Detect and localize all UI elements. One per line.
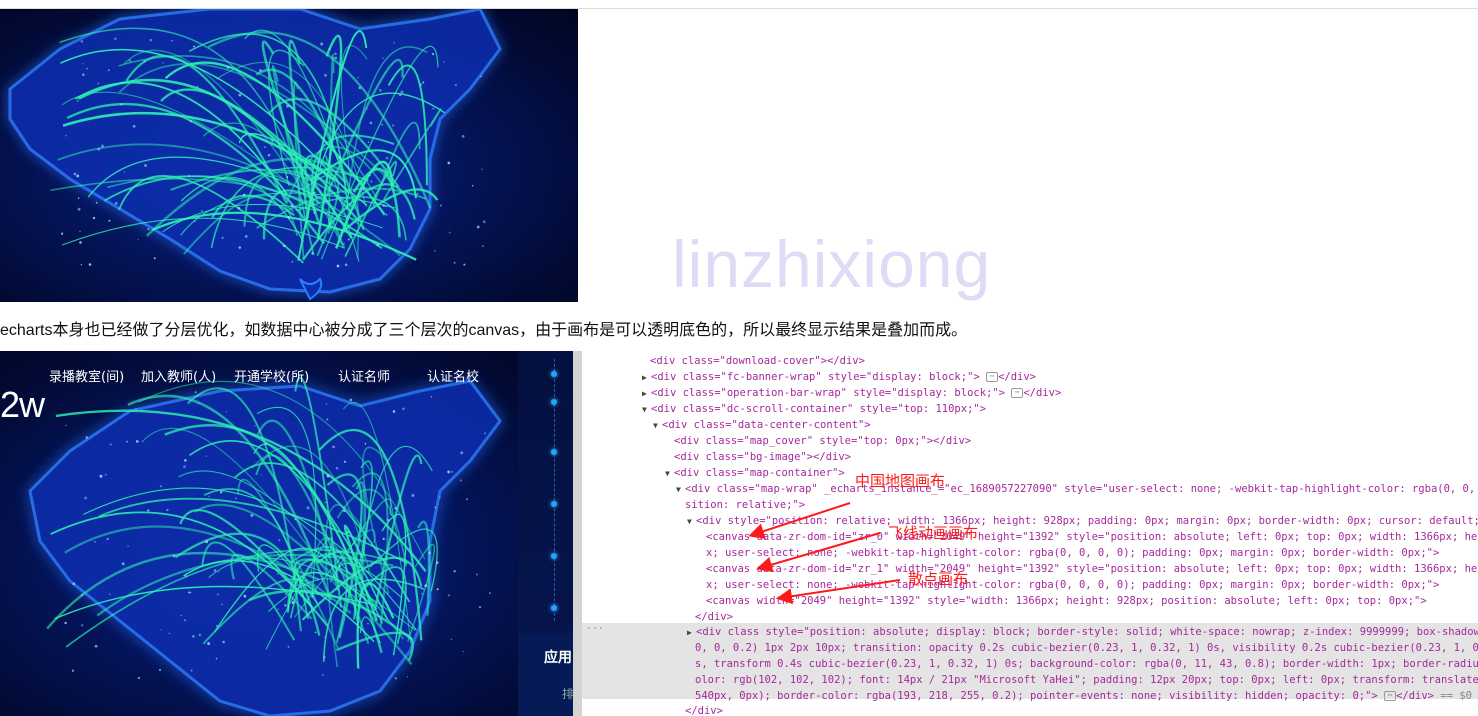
arrow-to-scatter-canvas — [776, 579, 901, 605]
arrow-to-zr0-canvas — [748, 502, 851, 539]
arrow-to-zr1-canvas — [756, 532, 881, 573]
annotation-arrows — [748, 502, 901, 605]
